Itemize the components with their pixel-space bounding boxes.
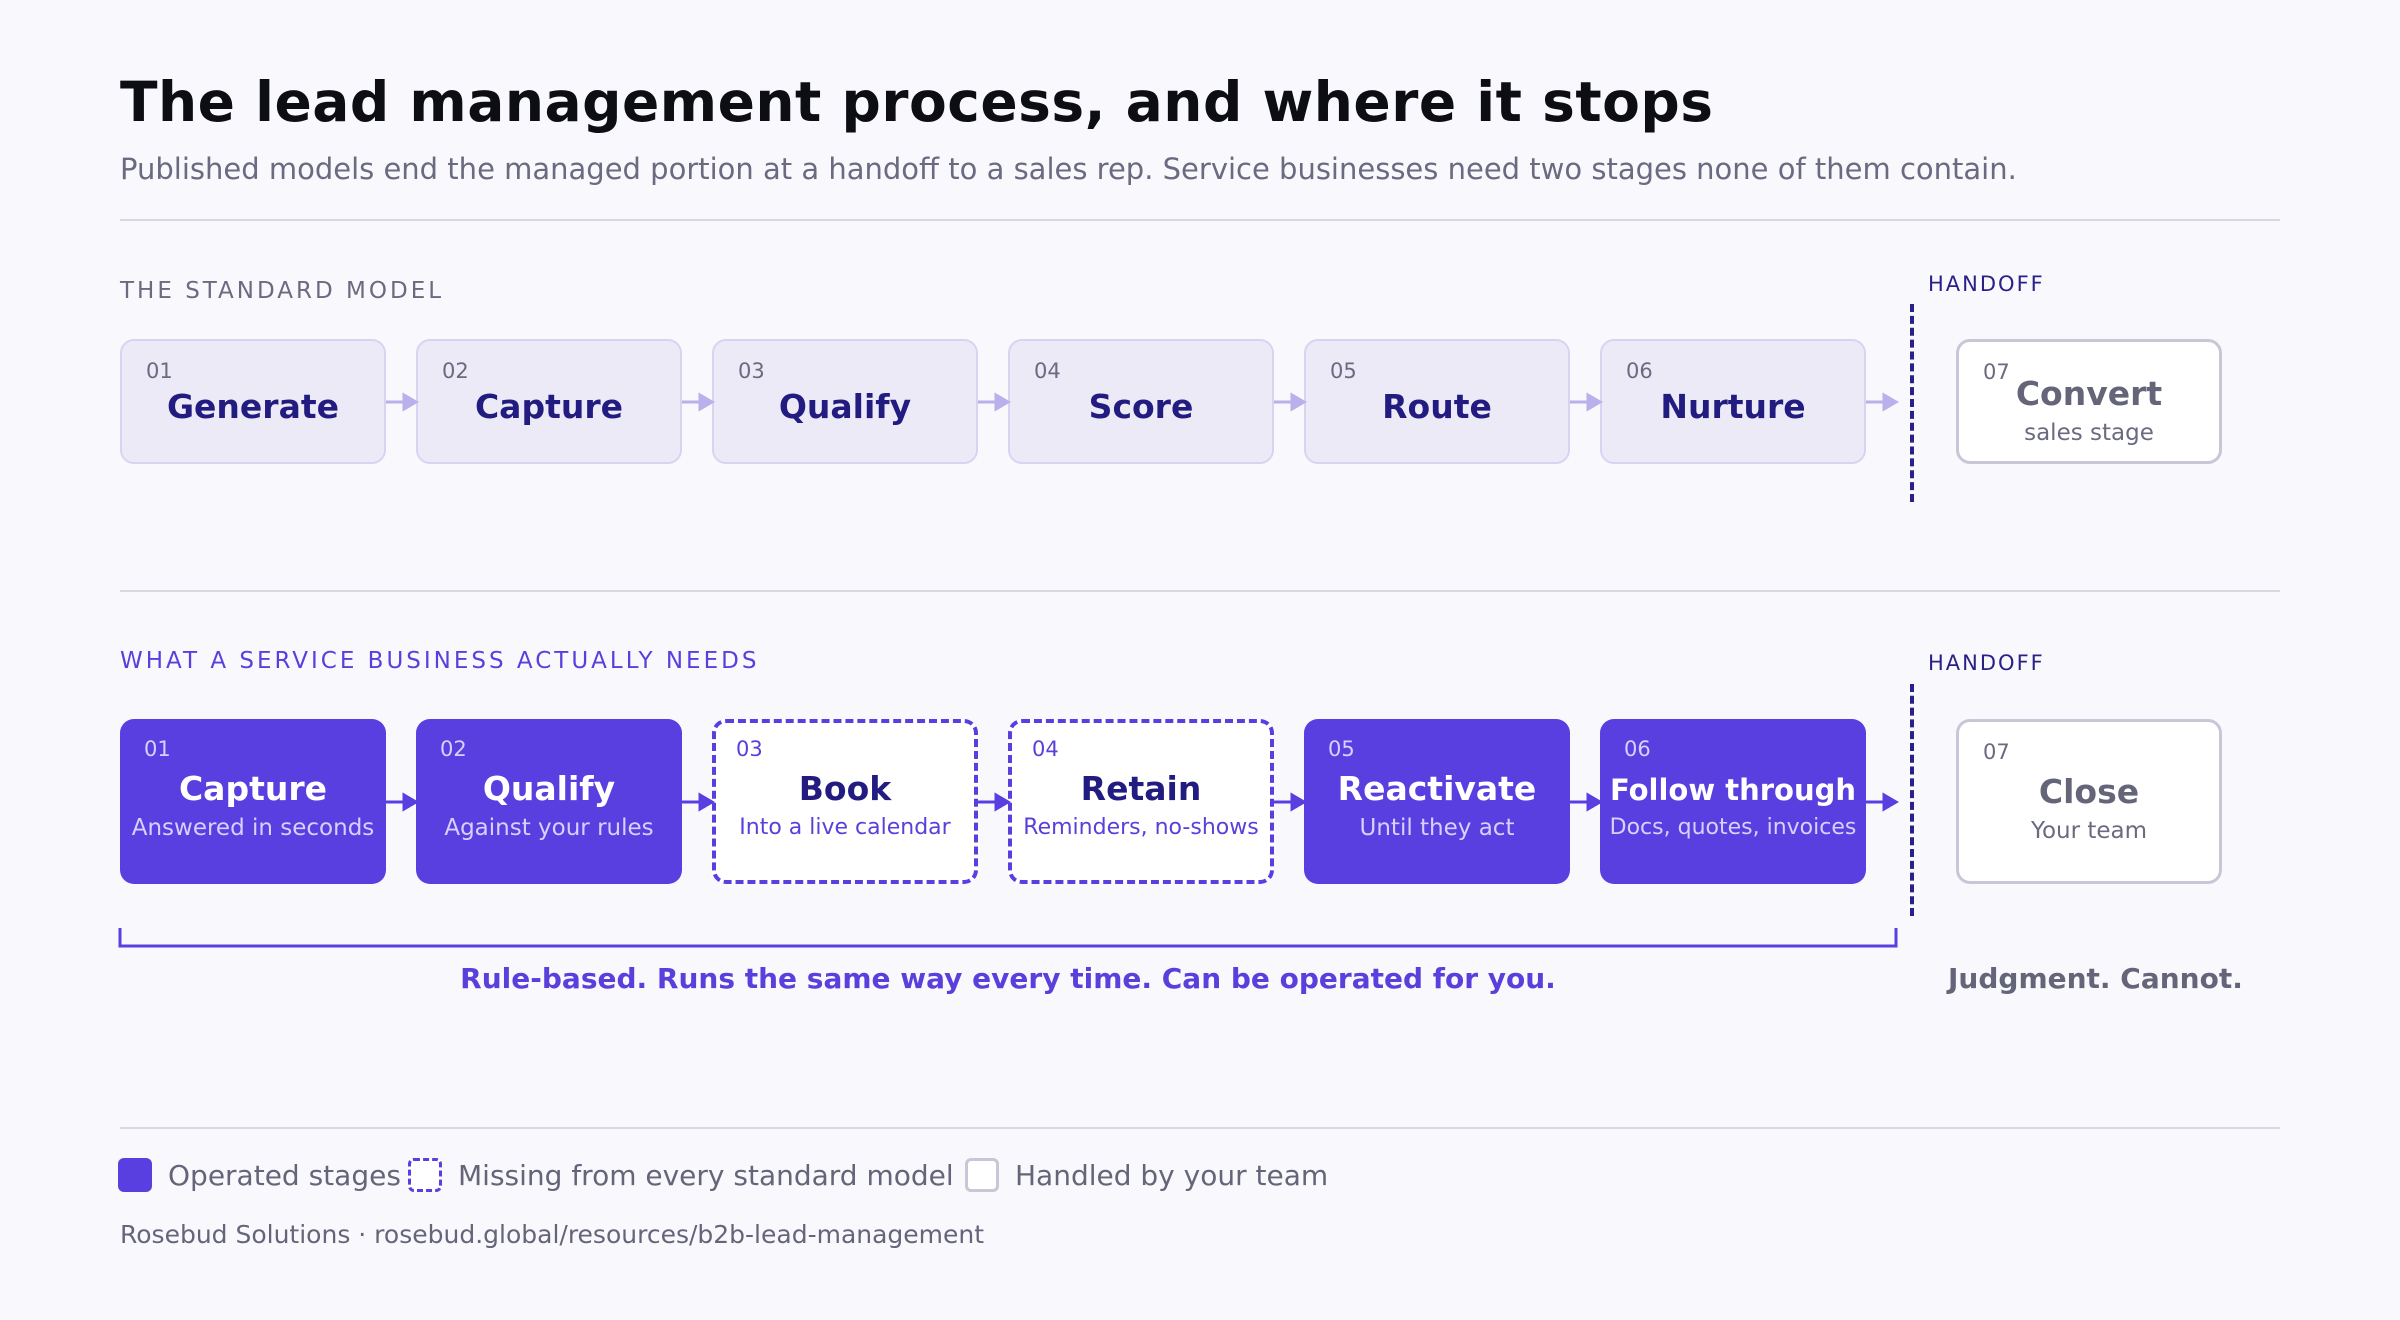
arrowhead <box>1882 392 1899 412</box>
legend-team: Handled by your team <box>965 1158 1328 1192</box>
operated-swatch <box>118 1158 152 1192</box>
standard-arrows <box>386 392 1899 412</box>
arrowhead <box>1882 792 1899 812</box>
arrowhead <box>1586 392 1603 412</box>
arrowhead <box>1290 392 1307 412</box>
operated-bracket <box>118 928 1898 948</box>
arrowhead <box>994 392 1011 412</box>
arrowhead <box>698 792 715 812</box>
legend-operated: Operated stages <box>118 1158 401 1192</box>
missing-swatch <box>408 1158 442 1192</box>
connector-layer <box>118 392 1899 948</box>
divider <box>120 1127 2280 1129</box>
legend-label: Handled by your team <box>1015 1158 1329 1192</box>
arrowhead <box>1290 792 1307 812</box>
legend-missing: Missing from every standard model <box>408 1158 954 1192</box>
arrowhead <box>994 792 1011 812</box>
bracket-caption: Rule-based. Runs the same way every time… <box>460 962 1556 995</box>
arrowhead <box>1586 792 1603 812</box>
arrowhead <box>402 792 419 812</box>
footer-source: Rosebud Solutions · rosebud.global/resou… <box>120 1220 985 1249</box>
arrowhead <box>698 392 715 412</box>
arrowhead <box>402 392 419 412</box>
legend-label: Missing from every standard model <box>458 1158 954 1192</box>
legend-label: Operated stages <box>168 1158 401 1192</box>
service-arrows <box>386 792 1899 812</box>
team-swatch <box>965 1158 999 1192</box>
judgment-caption: Judgment. Cannot. <box>1948 962 2243 995</box>
diagram-canvas: The lead management process, and where i… <box>0 0 2400 1320</box>
